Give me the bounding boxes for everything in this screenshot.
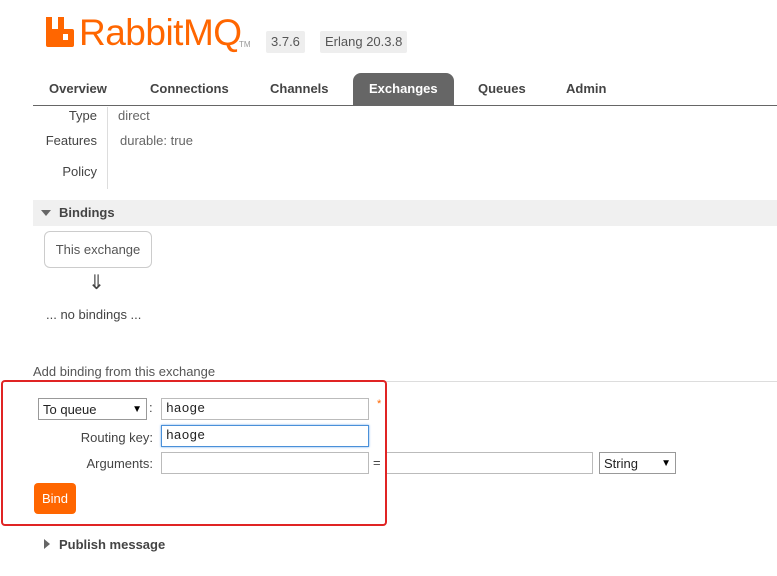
bindings-title: Bindings bbox=[59, 205, 115, 220]
logo-text: RabbitMQ bbox=[79, 12, 242, 53]
collapse-triangle-icon bbox=[41, 210, 51, 216]
type-value: direct bbox=[118, 108, 150, 123]
tab-exchanges[interactable]: Exchanges bbox=[353, 73, 454, 105]
highlight-annotation-box bbox=[1, 380, 387, 526]
logo-trademark: TM bbox=[239, 40, 251, 49]
publish-message-section-header[interactable]: Publish message bbox=[33, 534, 333, 556]
version-badge: 3.7.6 bbox=[266, 31, 305, 53]
details-divider bbox=[107, 107, 108, 189]
expand-triangle-icon bbox=[44, 539, 50, 549]
this-exchange-box: This exchange bbox=[44, 231, 152, 268]
tab-channels[interactable]: Channels bbox=[254, 73, 345, 105]
tab-overview[interactable]: Overview bbox=[33, 73, 123, 105]
tab-connections[interactable]: Connections bbox=[134, 73, 245, 105]
tab-queues[interactable]: Queues bbox=[462, 73, 542, 105]
add-binding-title: Add binding from this exchange bbox=[33, 364, 216, 379]
erlang-version-badge: Erlang 20.3.8 bbox=[320, 31, 408, 53]
argument-type-value: String bbox=[604, 455, 638, 471]
main-nav-tabs: Overview Connections Channels Exchanges … bbox=[33, 73, 777, 106]
type-label: Type bbox=[68, 108, 97, 123]
publish-message-title: Publish message bbox=[59, 537, 166, 552]
features-value: durable: true bbox=[120, 133, 193, 148]
no-bindings-text: ... no bindings ... bbox=[46, 307, 142, 322]
rabbitmq-logo: RabbitMQ TM bbox=[44, 12, 254, 54]
rabbitmq-logo-icon bbox=[46, 17, 74, 47]
down-arrow-icon: ⇓ bbox=[88, 272, 105, 294]
dropdown-caret-icon: ▼ bbox=[661, 457, 671, 469]
policy-label: Policy bbox=[62, 164, 97, 179]
bindings-section-header[interactable]: Bindings bbox=[33, 200, 777, 226]
tab-admin[interactable]: Admin bbox=[550, 73, 622, 105]
argument-type-select[interactable]: String ▼ bbox=[599, 452, 676, 474]
features-label: Features bbox=[45, 133, 97, 148]
argument-value-input[interactable] bbox=[386, 452, 593, 474]
